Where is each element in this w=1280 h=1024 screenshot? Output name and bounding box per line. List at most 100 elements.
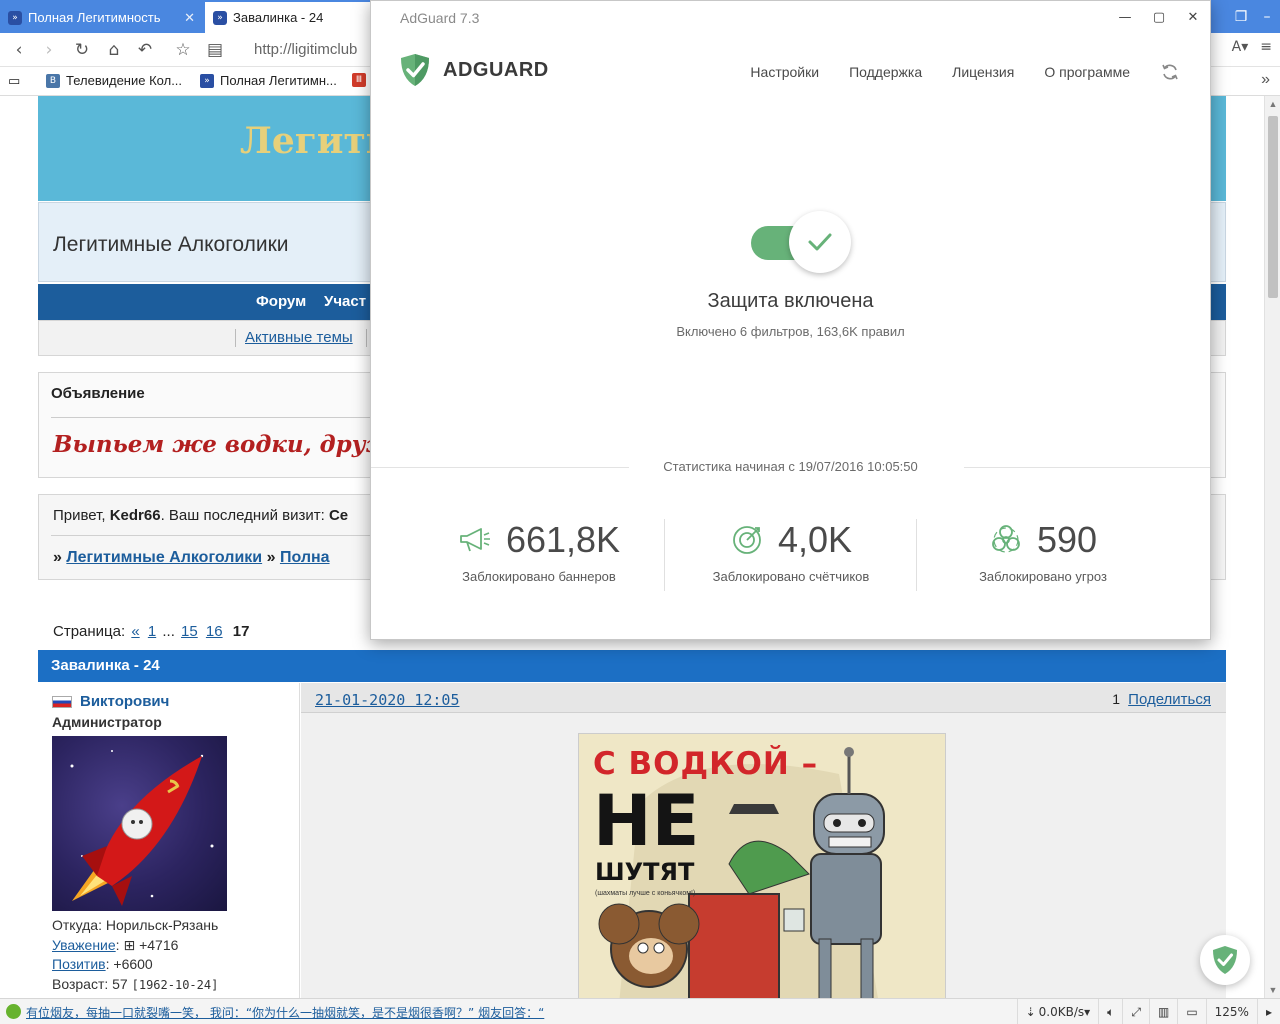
active-topics-link[interactable]: Активные темы xyxy=(245,329,353,346)
favorite-star-icon[interactable]: ☆ xyxy=(172,39,194,61)
post-number: 1 xyxy=(1112,691,1120,707)
reader-icon[interactable]: ▤ xyxy=(204,39,226,61)
adguard-assistant-button[interactable] xyxy=(1200,935,1250,985)
stat-threats-label: Заблокировано угроз xyxy=(979,569,1107,584)
tab-title: Полная Легитимность xyxy=(28,10,161,25)
pager-prev[interactable]: « xyxy=(131,623,139,640)
adguard-logo-shield-icon xyxy=(401,54,429,86)
layout-icon[interactable]: ▥ xyxy=(1148,999,1177,1024)
divider xyxy=(366,329,367,347)
stat-threats-value: 590 xyxy=(1036,519,1098,560)
author-meta: Откуда: Норильск-Рязань Уважение: ⊞ +471… xyxy=(52,916,218,995)
target-icon xyxy=(733,526,761,554)
home-icon[interactable]: ⌂ xyxy=(103,39,125,61)
bookmark-item[interactable]: В Телевидение Кол... xyxy=(46,73,182,88)
author-name[interactable]: Викторович xyxy=(80,693,169,710)
adguard-menu: Настройки Поддержка Лицензия О программе xyxy=(720,62,1180,82)
view-icon[interactable]: ▭ xyxy=(1177,999,1205,1024)
restore-icon[interactable]: ❐ xyxy=(1228,9,1254,25)
maximize-icon[interactable]: ▢ xyxy=(1142,1,1176,34)
last-visit-label: . Ваш последний визит: xyxy=(160,507,325,524)
breadcrumb-separator: » xyxy=(53,549,62,566)
respect-link[interactable]: Уважение xyxy=(52,937,116,953)
author-positive: Позитив: +6600 xyxy=(52,955,218,975)
age-label: Возраст: 57 xyxy=(52,975,128,992)
respect-value: : ⊞ +4716 xyxy=(115,936,179,953)
menu-about[interactable]: О программе xyxy=(1044,64,1130,80)
greeting-hello: Привет, xyxy=(53,507,106,524)
author-role: Администратор xyxy=(52,714,162,730)
toggle-knob xyxy=(789,211,851,273)
breadcrumb: » Легитимные Алкоголики » Полна xyxy=(53,549,330,567)
tab-full-legitimacy[interactable]: » Полная Легитимность ✕ xyxy=(0,2,203,33)
more-bookmarks-icon[interactable]: » xyxy=(1261,71,1270,89)
fullscreen-icon[interactable]: ⤢ xyxy=(1122,999,1149,1024)
refresh-icon[interactable] xyxy=(1160,62,1180,82)
divider xyxy=(964,467,1210,468)
close-icon[interactable]: ✕ xyxy=(1176,1,1210,34)
post-image: С ВОДКОЙ – НЕ ШУТЯТ (шахматы лучше с кон… xyxy=(578,733,946,998)
nav-forum[interactable]: Форум xyxy=(256,293,306,310)
last-visit-value: Се xyxy=(328,507,349,524)
share-link[interactable]: Поделиться xyxy=(1128,691,1211,708)
menu-license[interactable]: Лицензия xyxy=(952,64,1014,80)
zoom-level[interactable]: 125% xyxy=(1205,999,1257,1024)
stat-banners-label: Заблокировано баннеров xyxy=(462,569,616,584)
tab-zavalinka[interactable]: » Завалинка - 24 xyxy=(205,2,370,33)
menu-icon[interactable]: ≡ xyxy=(1260,39,1272,55)
topic-title-bar: Завалинка - 24 xyxy=(38,650,1226,682)
scroll-up-icon[interactable]: ▲ xyxy=(1265,96,1280,112)
stat-banners-value: 661,8K xyxy=(505,519,621,560)
reload-icon[interactable]: ↻ xyxy=(71,39,93,61)
download-speed[interactable]: ⇣ 0.0KB/s ▾ xyxy=(1016,999,1099,1024)
positive-link[interactable]: Позитив xyxy=(52,956,106,972)
bookmark-label: Телевидение Кол... xyxy=(66,73,183,88)
positive-value: : +6600 xyxy=(105,956,153,972)
status-bar: 有位烟友，每抽一口就裂嘴一笑， 我问：“你为什么一抽烟就笑，是不是烟很香啊？” … xyxy=(0,998,1280,1024)
minimize-icon[interactable]: — xyxy=(1108,1,1142,34)
back-icon[interactable]: ‹ xyxy=(8,39,30,61)
greeting-line: Привет, Kedr66. Ваш последний визит: Се xyxy=(53,507,348,524)
scroll-thumb[interactable] xyxy=(1268,116,1278,298)
protection-toggle[interactable] xyxy=(751,211,851,275)
breadcrumb-forum-link[interactable]: Легитимные Алкоголики xyxy=(66,549,262,566)
sidebar-toggle-icon[interactable]: ▭ xyxy=(8,73,20,89)
poster-line3: ШУТЯТ xyxy=(595,858,695,886)
poster-line1: С ВОДКОЙ – xyxy=(593,746,819,782)
scroll-down-icon[interactable]: ▼ xyxy=(1265,982,1280,998)
scroll-right-icon[interactable]: ▸ xyxy=(1256,999,1280,1024)
nav-members[interactable]: Участ xyxy=(324,293,366,310)
post-author-panel: Викторович Администратор Откуда: Норильс… xyxy=(38,683,300,998)
address-bar[interactable]: http://ligitimclub xyxy=(254,41,357,58)
breadcrumb-section-link[interactable]: Полна xyxy=(280,549,330,566)
minimize-icon[interactable]: – xyxy=(1254,9,1280,25)
translate-icon[interactable]: A▾ xyxy=(1232,39,1249,55)
menu-settings[interactable]: Настройки xyxy=(750,64,819,80)
bookmark-favicon-icon: Ⅲ xyxy=(352,73,366,87)
announcement-title: Объявление xyxy=(51,385,145,402)
megaphone-icon xyxy=(460,528,490,552)
stat-trackers-value: 4,0K xyxy=(777,519,853,560)
forward-icon[interactable]: › xyxy=(38,39,60,61)
pager-page-15[interactable]: 15 xyxy=(181,623,198,640)
undo-icon[interactable]: ↶ xyxy=(134,39,156,61)
bookmark-item[interactable]: Ⅲ xyxy=(352,73,372,87)
author-line: Викторович xyxy=(52,693,169,710)
stat-banners: 661,8K Заблокировано баннеров xyxy=(413,519,665,599)
volume-icon[interactable]: 🔈︎ xyxy=(1098,999,1122,1024)
topic-title: Завалинка - 24 xyxy=(51,657,160,674)
pager-page-16[interactable]: 16 xyxy=(206,623,223,640)
menu-support[interactable]: Поддержка xyxy=(849,64,922,80)
divider xyxy=(51,535,371,536)
bookmark-item[interactable]: » Полная Легитимн... xyxy=(200,73,337,88)
status-news-link[interactable]: 有位烟友，每抽一口就裂嘴一笑， 我问：“你为什么一抽烟就笑，是不是烟很香啊？” … xyxy=(26,1004,544,1021)
adguard-logo: ADGUARD xyxy=(399,53,549,87)
stat-trackers: 4,0K Заблокировано счётчиков xyxy=(665,519,917,599)
protection-status-title: Защита включена xyxy=(707,290,874,312)
tab-title: Завалинка - 24 xyxy=(233,10,324,25)
post-date-link[interactable]: 21-01-2020 12:05 xyxy=(315,691,460,709)
protection-status-subtitle: Включено 6 фильтров, 163,6K правил xyxy=(676,324,905,339)
tab-close-icon[interactable]: ✕ xyxy=(184,10,195,26)
pager-page-1[interactable]: 1 xyxy=(148,623,156,640)
page-scrollbar[interactable]: ▲ ▼ xyxy=(1264,96,1280,998)
